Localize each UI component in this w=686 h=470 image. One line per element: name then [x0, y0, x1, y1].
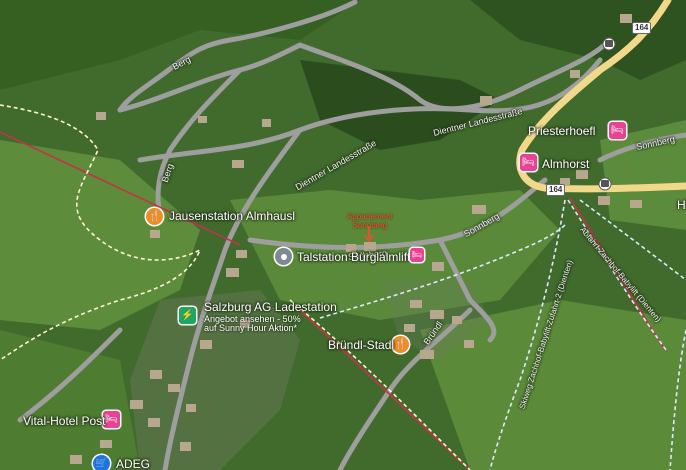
- poi-label[interactable]: Almhorst: [542, 157, 589, 171]
- ev-charging-marker[interactable]: ⚡: [179, 307, 196, 324]
- route-shield: 164: [632, 22, 652, 34]
- place-marker[interactable]: [275, 248, 292, 265]
- lightning-icon: ⚡: [181, 309, 194, 321]
- promo-text[interactable]: auf Sunny Hour Aktion*: [204, 323, 297, 333]
- bed-icon: 🛏: [411, 250, 423, 259]
- pin-icon: [280, 253, 287, 260]
- apartment-label-line: Appartement: [347, 212, 393, 221]
- bed-icon: 🛏: [611, 124, 624, 136]
- bus-stop-icon: [598, 177, 612, 191]
- hotel-marker[interactable]: 🛏: [609, 122, 626, 139]
- poi-label[interactable]: Vital-Hotel Post: [23, 414, 105, 428]
- poi-label[interactable]: Priesterhoefl: [528, 124, 595, 138]
- hotel-marker[interactable]: 🛏: [103, 411, 120, 428]
- hotel-marker[interactable]: 🛏: [520, 154, 537, 171]
- restaurant-marker[interactable]: 🍴: [392, 336, 409, 353]
- route-shield: 164: [546, 184, 566, 196]
- edge-label: H: [677, 198, 686, 212]
- restaurant-marker[interactable]: 🍴: [146, 208, 163, 225]
- hotel-marker[interactable]: 🛏: [410, 248, 424, 262]
- fork-knife-icon: 🍴: [394, 338, 407, 350]
- highlight-arrow-icon: [364, 226, 374, 242]
- fork-knife-icon: 🍴: [148, 210, 161, 222]
- poi-label[interactable]: Bründl-Stadl: [328, 338, 394, 352]
- poi-label[interactable]: Salzburg AG Ladestation: [204, 300, 337, 314]
- bed-icon: 🛏: [522, 156, 535, 168]
- poi-label[interactable]: Jausenstation Almhausl: [169, 209, 295, 223]
- cart-icon: 🛒: [95, 457, 108, 469]
- poi-label[interactable]: Talstation Bürglalmlift: [297, 250, 410, 264]
- poi-label[interactable]: ADEG: [116, 457, 150, 470]
- shop-marker[interactable]: 🛒: [93, 455, 110, 470]
- bus-stop-icon: [602, 37, 616, 51]
- map-canvas[interactable]: Berg Berg Dientner Landesstraße Dientner…: [0, 0, 686, 470]
- bed-icon: 🛏: [105, 413, 118, 425]
